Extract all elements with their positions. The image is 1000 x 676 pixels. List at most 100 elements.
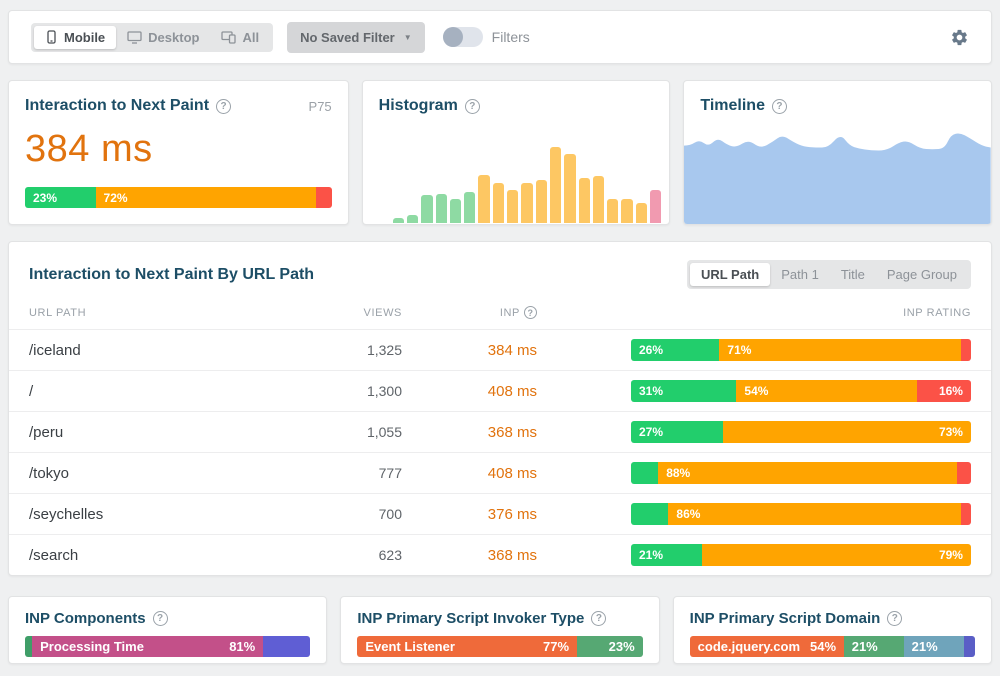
bar-segment: 26% [631, 339, 719, 361]
tab-page-group[interactable]: Page Group [876, 263, 968, 286]
segment-value: 27% [639, 425, 663, 439]
bar-segment [631, 503, 668, 525]
device-tab-all[interactable]: All [210, 26, 270, 49]
inp-help-icon[interactable]: ? [524, 306, 537, 319]
views-cell: 1,055 [297, 424, 402, 440]
column-inp-rating: INP RATING [537, 307, 971, 319]
tab-title[interactable]: Title [830, 263, 876, 286]
phone-icon [45, 30, 58, 44]
bar-segment: 54% [736, 380, 916, 402]
column-inp: INP? [402, 306, 537, 319]
url-path-cell: /iceland [29, 342, 297, 359]
url-path-cell: /search [29, 547, 297, 564]
bar-segment [263, 636, 310, 657]
card-title: INP Components [25, 610, 146, 627]
table-row[interactable]: /seychelles700376 ms86% [9, 493, 991, 534]
card-title: Histogram [379, 97, 458, 115]
bar-segment: 72% [96, 187, 317, 208]
tab-url-path[interactable]: URL Path [690, 263, 770, 286]
bar-segment: 23% [577, 636, 643, 657]
histogram-bar [607, 199, 618, 223]
table-row[interactable]: /iceland1,325384 ms26%71% [9, 329, 991, 370]
table-row[interactable]: /1,300408 ms31%54%16% [9, 370, 991, 411]
bar-segment [631, 462, 658, 484]
column-views: VIEWS [297, 307, 402, 319]
inp-rating-bar: 27% 73% [631, 421, 971, 443]
settings-gear-icon[interactable] [950, 28, 969, 47]
help-icon[interactable]: ? [465, 99, 480, 114]
views-cell: 1,300 [297, 383, 402, 399]
views-cell: 700 [297, 506, 402, 522]
segment-label: code.jquery.com [698, 639, 800, 654]
bar-segment: 86% [668, 503, 960, 525]
segment-value: 86% [676, 507, 700, 521]
percentile-badge: P75 [309, 99, 332, 114]
segment-value: 26% [639, 343, 663, 357]
table-body: /iceland1,325384 ms26%71%/1,300408 ms31%… [9, 329, 991, 575]
help-icon[interactable]: ? [772, 99, 787, 114]
inp-rating-bar: 23% 72% [25, 187, 332, 208]
saved-filter-dropdown[interactable]: No Saved Filter ▼ [287, 22, 425, 53]
bar-segment: 31% [631, 380, 736, 402]
views-cell: 777 [297, 465, 402, 481]
histogram-bar [436, 194, 447, 223]
segment-value: 16% [939, 384, 963, 398]
segment-value: 81% [229, 639, 255, 654]
segment-label: Processing Time [40, 639, 144, 654]
bar-segment: 21% [844, 636, 904, 657]
filter-toolbar: MobileDesktopAll No Saved Filter ▼ Filte… [8, 10, 992, 64]
inp-primary-script-domain-card: INP Primary Script Domain? code.jquery.co… [673, 596, 992, 664]
help-icon[interactable]: ? [887, 611, 902, 626]
card-title: Timeline [700, 97, 765, 115]
device-segmented-control: Mobile Desktop All [31, 23, 273, 52]
histogram-bar [464, 192, 475, 223]
inp-by-url-table-card: Interaction to Next Paint By URL Path UR… [8, 241, 992, 576]
segment-value: 31% [639, 384, 663, 398]
histogram-bar [579, 178, 590, 223]
segment-value: 77% [543, 639, 569, 654]
segment-value: 54% [744, 384, 768, 398]
segment-value: 21% [912, 639, 938, 654]
table-row[interactable]: /peru1,055368 ms27%73% [9, 411, 991, 452]
histogram-card: Histogram ? [362, 80, 671, 225]
filters-toggle[interactable] [443, 27, 483, 47]
bar-segment [961, 503, 971, 525]
help-icon[interactable]: ? [153, 611, 168, 626]
dashboard-page: MobileDesktopAll No Saved Filter ▼ Filte… [0, 0, 1000, 674]
card-title: INP Primary Script Domain [690, 610, 881, 627]
segment-value: 71% [727, 343, 751, 357]
inp-value-cell: 408 ms [402, 465, 537, 482]
segment-value: 79% [939, 548, 963, 562]
column-url-path: URL PATH [29, 307, 297, 319]
table-row[interactable]: /tokyo777408 ms88% [9, 452, 991, 493]
histogram-bar [621, 199, 632, 223]
histogram-bar [550, 147, 561, 223]
segment-value: 73% [939, 425, 963, 439]
histogram-bar [450, 199, 461, 223]
inp-value-cell: 368 ms [402, 547, 537, 564]
bar-segment [961, 339, 971, 361]
histogram-bar [393, 218, 404, 223]
bar-segment: 21% [904, 636, 964, 657]
segment-value: 72% [104, 191, 128, 205]
inp-rating-bar: 88% [631, 462, 971, 484]
histogram-bar [564, 154, 575, 223]
bar-segment [964, 636, 975, 657]
device-tab-label: Desktop [148, 30, 199, 45]
inp-primary-script-invoker-type-card: INP Primary Script Invoker Type?Event Li… [340, 596, 659, 664]
tab-path-1[interactable]: Path 1 [770, 263, 830, 286]
summary-cards-row: Interaction to Next Paint ? P75 384 ms 2… [8, 80, 992, 225]
histogram-bar [593, 176, 604, 223]
help-icon[interactable]: ? [591, 611, 606, 626]
breakdown-bar: Processing Time 81% [25, 636, 310, 657]
device-tab-mobile[interactable]: Mobile [34, 26, 116, 49]
inp-rating-cell: 27% 73% [537, 421, 971, 443]
segment-value: 23% [33, 191, 57, 205]
views-cell: 1,325 [297, 342, 402, 358]
table-row[interactable]: /search623368 ms21%79% [9, 534, 991, 575]
views-cell: 623 [297, 547, 402, 563]
help-icon[interactable]: ? [216, 99, 231, 114]
bar-segment: 71% [719, 339, 960, 361]
device-tab-desktop[interactable]: Desktop [116, 26, 210, 49]
inp-rating-cell: 86% [537, 503, 971, 525]
